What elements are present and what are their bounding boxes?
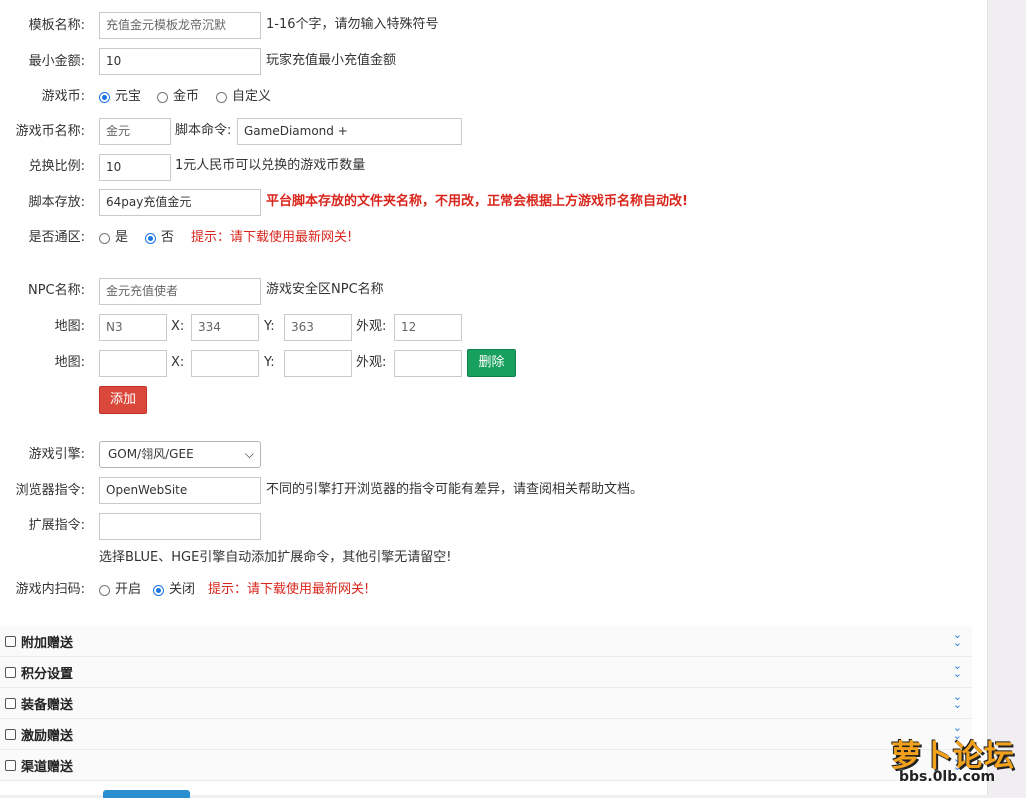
currency-radio-custom[interactable] — [216, 92, 227, 103]
ext-cmd-hint: 选择BLUE、HGE引擎自动添加扩展命令，其他引擎无请留空! — [99, 550, 452, 565]
npc-name-hint: 游戏安全区NPC名称 — [266, 282, 384, 297]
look-label-2: 外观: — [356, 355, 387, 370]
section-points-settings[interactable]: 积分设置 ⌄ ⌄ — [0, 657, 972, 688]
script-storage-warning: 平台脚本存放的文件夹名称，不用改，正常会根据上方游戏币名称自动改! — [266, 194, 688, 209]
all-zones-option-yes: 是 — [115, 230, 129, 245]
all-zones-option-no: 否 — [161, 230, 175, 245]
currency-option-gold: 金币 — [173, 89, 200, 104]
watermark-url: bbs.0lb.com — [899, 769, 996, 785]
scan-code-radio-off[interactable] — [153, 585, 164, 596]
currency-radio-gold[interactable] — [157, 92, 168, 103]
look-input[interactable]: 12 — [394, 314, 462, 341]
add-button[interactable]: 添加 — [99, 386, 147, 414]
section-title: 积分设置 — [21, 667, 74, 682]
double-chevron-down-icon[interactable]: ⌄ ⌄ — [953, 629, 962, 648]
ext-cmd-label: 扩展指令: — [28, 518, 85, 533]
double-chevron-down-icon[interactable]: ⌄ ⌄ — [953, 691, 962, 710]
all-zones-label: 是否通区: — [28, 230, 85, 245]
section-checkbox[interactable] — [5, 698, 16, 709]
min-amount-hint: 玩家充值最小充值金额 — [266, 53, 397, 68]
map-label-2: 地图: — [54, 355, 85, 370]
all-zones-radio-no[interactable] — [145, 233, 156, 244]
currency-radio-yuanbao[interactable] — [99, 92, 110, 103]
engine-select[interactable]: GOM/翎风/GEE ⌵ — [99, 441, 261, 468]
scan-code-tip: 提示：请下载使用最新网关! — [208, 582, 370, 597]
ext-cmd-input[interactable] — [99, 513, 261, 540]
template-name-hint: 1-16个字，请勿输入特殊符号 — [266, 17, 439, 32]
section-checkbox[interactable] — [5, 667, 16, 678]
script-command-label: 脚本命令: — [175, 123, 232, 138]
min-amount-label: 最小金额: — [28, 54, 85, 69]
currency-label: 游戏币: — [41, 89, 85, 104]
section-equipment-gift[interactable]: 装备赠送 ⌄ ⌄ — [0, 688, 972, 719]
currency-name-input[interactable]: 金元 — [99, 118, 171, 145]
all-zones-radio-yes[interactable] — [99, 233, 110, 244]
script-command-input[interactable]: GameDiamond + — [237, 118, 462, 145]
npc-name-input[interactable]: 金元充值使者 — [99, 278, 261, 305]
all-zones-tip: 提示：请下载使用最新网关! — [191, 230, 353, 245]
chevron-down-icon: ⌵ — [244, 447, 254, 461]
x-input-2[interactable] — [191, 350, 259, 377]
template-name-input[interactable]: 充值金元模板龙帝沉默 — [99, 12, 261, 39]
y-label: Y: — [264, 319, 275, 334]
section-incentive-gift[interactable]: 激励赠送 ⌄ ⌄ — [0, 719, 972, 750]
section-title: 激励赠送 — [21, 729, 74, 744]
scan-code-option-on: 开启 — [115, 582, 142, 597]
submit-button[interactable] — [103, 790, 190, 798]
delete-button[interactable]: 删除 — [467, 349, 516, 377]
script-storage-input[interactable]: 64pay充值金元 — [99, 189, 261, 216]
forum-watermark-logo: 萝卜论坛 bbs.0lb.com — [871, 729, 1016, 791]
exchange-ratio-input[interactable]: 10 — [99, 154, 171, 181]
section-extra-gift[interactable]: 附加赠送 ⌄ ⌄ — [0, 626, 972, 657]
section-channel-gift[interactable]: 渠道赠送 ⌄ ⌄ — [0, 750, 972, 781]
engine-label: 游戏引擎: — [28, 447, 85, 462]
form-panel: 模板名称: 充值金元模板龙帝沉默 1-16个字，请勿输入特殊符号 最小金额: 1… — [0, 0, 988, 798]
look-label: 外观: — [356, 319, 387, 334]
section-title: 附加赠送 — [21, 636, 74, 651]
currency-option-custom: 自定义 — [232, 89, 272, 104]
script-storage-label: 脚本存放: — [28, 195, 85, 210]
y-label-2: Y: — [264, 355, 275, 370]
y-input-2[interactable] — [284, 350, 352, 377]
x-input[interactable]: 334 — [191, 314, 259, 341]
map-label: 地图: — [54, 319, 85, 334]
scan-code-radio-on[interactable] — [99, 585, 110, 596]
section-checkbox[interactable] — [5, 636, 16, 647]
x-label-2: X: — [171, 355, 185, 370]
npc-name-label: NPC名称: — [27, 283, 85, 298]
y-input[interactable]: 363 — [284, 314, 352, 341]
section-title: 渠道赠送 — [21, 760, 74, 775]
browser-cmd-input[interactable]: OpenWebSite — [99, 477, 261, 504]
exchange-ratio-hint: 1元人民币可以兑换的游戏币数量 — [175, 158, 366, 173]
section-title: 装备赠送 — [21, 698, 74, 713]
currency-option-yuanbao: 元宝 — [115, 89, 142, 104]
map-input-2[interactable] — [99, 350, 167, 377]
min-amount-input[interactable]: 10 — [99, 48, 261, 75]
map-input[interactable]: N3 — [99, 314, 167, 341]
exchange-ratio-label: 兑换比例: — [28, 159, 85, 174]
template-name-label: 模板名称: — [28, 18, 85, 33]
scan-code-option-off: 关闭 — [169, 582, 196, 597]
engine-select-value: GOM/翎风/GEE — [108, 447, 194, 461]
browser-cmd-hint: 不同的引擎打开浏览器的指令可能有差异，请查阅相关帮助文档。 — [266, 482, 644, 497]
section-checkbox[interactable] — [5, 760, 16, 771]
scan-code-label: 游戏内扫码: — [15, 582, 85, 597]
currency-name-label: 游戏币名称: — [15, 124, 85, 139]
double-chevron-down-icon[interactable]: ⌄ ⌄ — [953, 660, 962, 679]
look-input-2[interactable] — [394, 350, 462, 377]
x-label: X: — [171, 319, 185, 334]
browser-cmd-label: 浏览器指令: — [15, 483, 85, 498]
section-checkbox[interactable] — [5, 729, 16, 740]
